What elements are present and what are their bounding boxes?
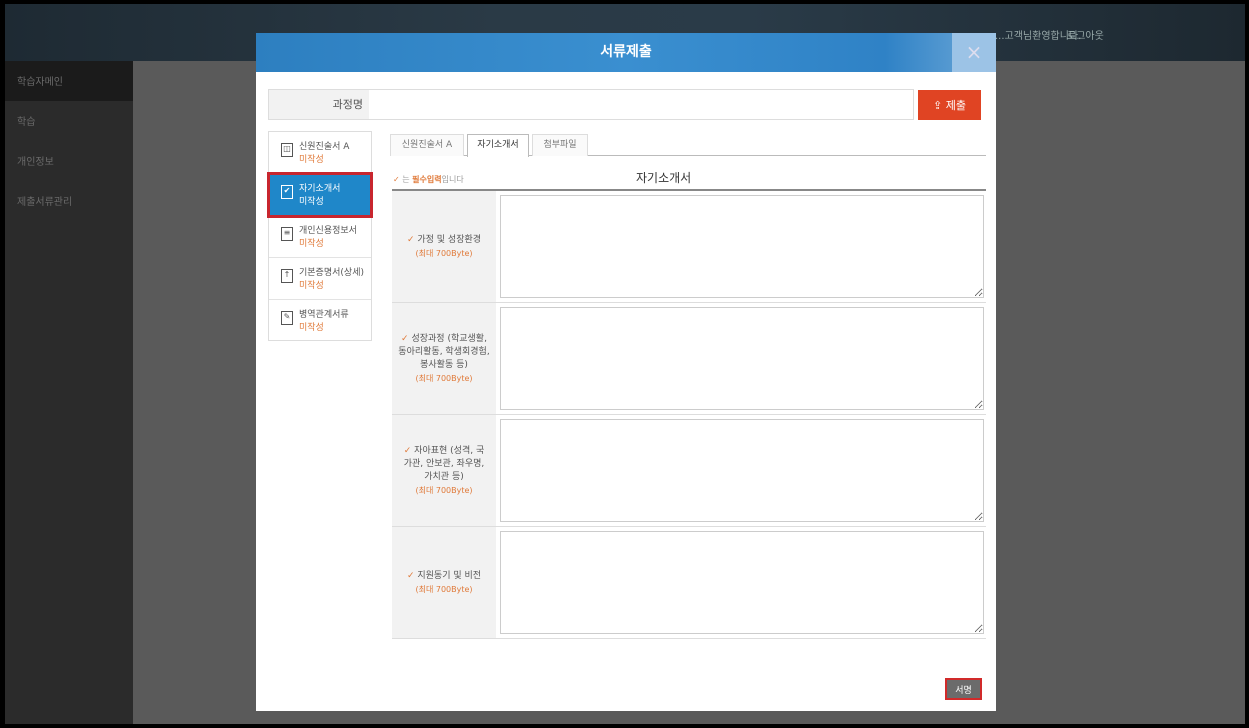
checkbox-icon: ✔ xyxy=(281,185,293,199)
check-icon: ✓ xyxy=(406,570,415,581)
doc-name: 신원진술서 A xyxy=(299,142,350,152)
check-icon: ✓ xyxy=(401,333,409,344)
tab-identity-statement[interactable]: 신원진술서 A xyxy=(390,134,464,156)
doc-name: 자기소개서 xyxy=(299,184,341,194)
tab-attachments[interactable]: 첨부파일 xyxy=(532,134,588,156)
form-row-self-expression: ✓ 자아표현 (성격, 국가관, 안보관, 좌우명, 가치관 등) (최대 70… xyxy=(392,415,986,527)
form-row-growth: ✓ 성장과정 (학교생활, 동아리활동, 학생회경험, 봉사활동 등) (최대 … xyxy=(392,303,986,415)
field-label: ✓ 성장과정 (학교생활, 동아리활동, 학생회경험, 봉사활동 등) (최대 … xyxy=(392,303,496,414)
doc-status: 미작성 xyxy=(299,197,324,207)
field-label: ✓ 자아표현 (성격, 국가관, 안보관, 좌우명, 가치관 등) (최대 70… xyxy=(392,415,496,526)
doc-status: 미작성 xyxy=(299,155,324,165)
growth-process-textarea[interactable] xyxy=(500,307,984,410)
sidebar-item-documents[interactable]: 제출서류관리 xyxy=(5,181,133,221)
check-icon: ✓ xyxy=(403,445,412,456)
doc-name: 병역관계서류 xyxy=(299,310,349,320)
doc-status: 미작성 xyxy=(299,323,324,333)
motivation-vision-textarea[interactable] xyxy=(500,531,984,634)
modal-header: 서류제출 × xyxy=(256,33,996,72)
edit-icon: ✎ xyxy=(281,311,293,325)
field-label: ✓ 지원동기 및 비전 (최대 700Byte) xyxy=(392,527,496,638)
section-title: 자기소개서 xyxy=(636,171,692,185)
sidebar-item-learner-main[interactable]: 학습자메인 xyxy=(5,61,133,101)
app-window: ...고객님환영합니다. 로그아웃 학습자메인 학습 개인정보 제출서류관리 서… xyxy=(5,4,1245,724)
doc-name: 기본증명서(상세) xyxy=(299,268,364,278)
sidebar: 학습자메인 학습 개인정보 제출서류관리 xyxy=(5,61,133,724)
sidebar-item-personal-info[interactable]: 개인정보 xyxy=(5,141,133,181)
sign-button[interactable]: 서명 xyxy=(945,678,982,700)
course-label: 과정명 xyxy=(269,90,369,119)
close-icon[interactable]: × xyxy=(952,33,996,72)
self-intro-form: ✓ 가정 및 성장환경 (최대 700Byte) ✓ 성장과정 (학교생활, 동… xyxy=(392,189,986,639)
family-environment-textarea[interactable] xyxy=(500,195,984,298)
tab-self-introduction[interactable]: 자기소개서 xyxy=(467,134,529,157)
self-expression-textarea[interactable] xyxy=(500,419,984,522)
course-row: 과정명 xyxy=(268,89,914,120)
doc-status: 미작성 xyxy=(299,239,324,249)
logout-link[interactable]: 로그아웃 xyxy=(1067,27,1104,42)
required-note: ✓ 는 필수입력입니다 xyxy=(393,175,464,184)
document-list: ◫ 신원진술서 A 미작성 ✔ 자기소개서 미작성 ≡ 개인신용정보서 미작성 … xyxy=(267,131,373,342)
doc-item-basic-certificate[interactable]: ↑ 기본증명서(상세) 미작성 xyxy=(269,258,371,300)
modal-title: 서류제출 xyxy=(600,44,652,60)
document-icon: ◫ xyxy=(281,143,293,157)
check-icon: ✓ xyxy=(393,175,400,184)
doc-item-self-introduction[interactable]: ✔ 자기소개서 미작성 xyxy=(267,172,373,218)
doc-item-identity-statement[interactable]: ◫ 신원진술서 A 미작성 xyxy=(269,132,371,174)
form-row-motivation: ✓ 지원동기 및 비전 (최대 700Byte) xyxy=(392,527,986,639)
tab-bar: 신원진술서 A 자기소개서 첨부파일 xyxy=(390,132,986,157)
doc-item-credit-info[interactable]: ≡ 개인신용정보서 미작성 xyxy=(269,216,371,258)
doc-name: 개인신용정보서 xyxy=(299,226,357,236)
course-name-input[interactable] xyxy=(369,90,913,119)
check-icon: ✓ xyxy=(406,234,415,245)
doc-item-military-docs[interactable]: ✎ 병역관계서류 미작성 xyxy=(269,300,371,342)
doc-status: 미작성 xyxy=(299,281,324,291)
sidebar-item-learning[interactable]: 학습 xyxy=(5,101,133,141)
list-icon: ≡ xyxy=(281,227,293,241)
form-row-family: ✓ 가정 및 성장환경 (최대 700Byte) xyxy=(392,191,986,303)
upload-icon: ↑ xyxy=(281,269,293,283)
submit-button[interactable]: ⇪ 제출 xyxy=(918,90,981,120)
document-submit-modal: 서류제출 × 과정명 ⇪ 제출 ◫ 신원진술서 A 미작성 ✔ 자기소개서 미작… xyxy=(256,33,996,711)
field-label: ✓ 가정 및 성장환경 (최대 700Byte) xyxy=(392,191,496,302)
